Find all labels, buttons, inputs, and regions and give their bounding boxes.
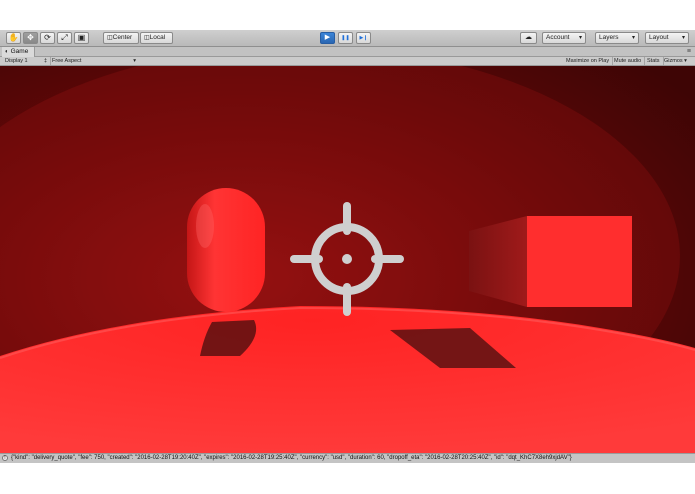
- page-margin: [0, 463, 695, 494]
- hand-tool-button[interactable]: ✋: [6, 32, 21, 44]
- cloud-icon: ☁: [525, 34, 532, 41]
- pivot-label: Center: [112, 34, 133, 41]
- aspect-label: Free Aspect: [52, 58, 82, 64]
- maximize-label: Maximize on Play: [566, 58, 610, 64]
- pause-icon: ❚❚: [341, 35, 350, 41]
- display-dropdown[interactable]: Display 1 ‡: [5, 57, 51, 65]
- layout-dropdown[interactable]: Layout ▾: [645, 32, 689, 44]
- tab-game[interactable]: ◐ Game: [2, 47, 36, 57]
- layers-label: Layers: [599, 34, 619, 41]
- console-status-bar[interactable]: ! {"kind": "delivery_quote", "fee": 750,…: [0, 453, 695, 463]
- move-icon: ✥: [27, 33, 34, 42]
- space-local-button[interactable]: ◫Local: [140, 32, 173, 44]
- chevron-down-icon: ▾: [682, 58, 687, 64]
- capsule-object[interactable]: [187, 188, 265, 312]
- console-message: {"kind": "delivery_quote", "fee": 750, "…: [11, 455, 572, 461]
- display-label: Display 1: [5, 58, 28, 64]
- maximize-on-play-toggle[interactable]: Maximize on Play: [566, 57, 614, 65]
- space-label: Local: [149, 34, 166, 41]
- chevron-down-icon: ▾: [681, 35, 685, 41]
- main-toolbar: ✋ ✥ ⟳ ⤢ ▣ ◫Center ◫Local ▶ ❚❚ ▶❙ ☁ Accou…: [0, 30, 695, 47]
- game-view-bar: Display 1 ‡ Free Aspect ▾ Maximize on Play…: [0, 57, 695, 66]
- chevron-down-icon: ▾: [578, 35, 582, 41]
- cloud-button[interactable]: ☁: [520, 32, 537, 44]
- chevron-down-icon: ▾: [133, 58, 136, 64]
- cube-front-face[interactable]: [527, 216, 632, 307]
- step-icon: ▶❙: [359, 35, 368, 41]
- move-tool-button[interactable]: ✥: [23, 32, 38, 44]
- scene-render: [0, 66, 695, 453]
- aspect-dropdown[interactable]: Free Aspect ▾: [52, 57, 136, 65]
- account-dropdown[interactable]: Account ▾: [542, 32, 586, 44]
- layout-label: Layout: [649, 34, 669, 41]
- account-label: Account: [546, 34, 570, 41]
- game-viewport[interactable]: [0, 66, 695, 453]
- play-button[interactable]: ▶: [320, 32, 335, 44]
- capsule-highlight: [196, 204, 214, 248]
- gizmos-label: Gizmos: [664, 58, 683, 64]
- rect-tool-button[interactable]: ▣: [74, 32, 89, 44]
- layers-dropdown[interactable]: Layers ▾: [595, 32, 639, 44]
- stats-label: Stats: [647, 58, 660, 64]
- chevron-down-icon: ‡: [43, 58, 47, 64]
- pivot-center-button[interactable]: ◫Center: [103, 32, 139, 44]
- scale-tool-button[interactable]: ⤢: [57, 32, 72, 44]
- game-icon: ◐: [5, 49, 9, 55]
- rotate-tool-button[interactable]: ⟳: [40, 32, 55, 44]
- step-button[interactable]: ▶❙: [356, 32, 371, 44]
- rect-icon: ▣: [77, 33, 86, 42]
- rotate-icon: ⟳: [44, 33, 51, 42]
- scale-icon: ⤢: [61, 33, 68, 42]
- mute-label: Mute audio: [614, 58, 642, 64]
- cube-side-face: [469, 216, 527, 307]
- mute-audio-toggle[interactable]: Mute audio: [614, 57, 646, 65]
- pause-button[interactable]: ❚❚: [338, 32, 353, 44]
- chevron-down-icon: ▾: [631, 35, 635, 41]
- stats-toggle[interactable]: Stats: [647, 57, 664, 65]
- tab-game-label: Game: [10, 48, 29, 55]
- tab-menu-icon[interactable]: ≡: [687, 47, 691, 57]
- hand-icon: ✋: [8, 33, 19, 42]
- tab-bar: ◐ Game ≡: [0, 47, 695, 57]
- gizmos-dropdown[interactable]: Gizmos ▾: [664, 57, 687, 65]
- play-icon: ▶: [324, 34, 331, 41]
- info-icon: !: [2, 455, 8, 461]
